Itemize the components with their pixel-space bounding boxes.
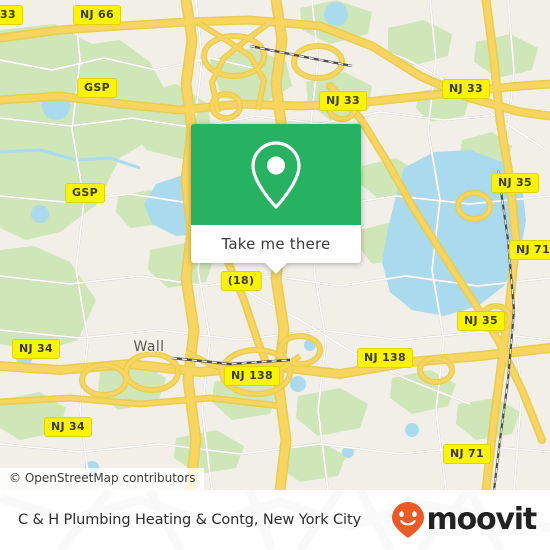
shield-nj-33-west-clip[interactable]: 33 bbox=[0, 5, 23, 25]
popup-action-bar[interactable]: Take me there bbox=[191, 225, 361, 274]
map-canvas[interactable]: Wall 33 NJ 66 GSP GSP NJ 33 NJ 33 NJ 35 … bbox=[0, 0, 550, 490]
shield-nj-138-east[interactable]: NJ 138 bbox=[357, 348, 413, 368]
shield-nj-71-south[interactable]: NJ 71 bbox=[443, 444, 491, 464]
popup-marker-panel bbox=[191, 124, 361, 225]
shield-nj-35-south[interactable]: NJ 35 bbox=[457, 311, 505, 331]
shield-gsp-south[interactable]: GSP bbox=[65, 183, 105, 203]
take-me-there-label: Take me there bbox=[221, 235, 331, 253]
moovit-wordmark: moovit bbox=[426, 502, 538, 537]
location-title: C & H Plumbing Heating & Contg, New York… bbox=[18, 512, 362, 528]
shield-nj-138-west[interactable]: NJ 138 bbox=[224, 366, 280, 386]
moovit-map-screenshot: Wall 33 NJ 66 GSP GSP NJ 33 NJ 33 NJ 35 … bbox=[0, 0, 550, 550]
place-label-wall: Wall bbox=[133, 339, 165, 355]
map-pin-icon bbox=[251, 140, 301, 209]
shield-nj-35-north[interactable]: NJ 35 bbox=[491, 173, 539, 193]
popup-pointer-triangle bbox=[265, 263, 287, 274]
map-attribution[interactable]: © OpenStreetMap contributors bbox=[0, 467, 205, 490]
shield-nj-33-mid[interactable]: NJ 33 bbox=[319, 91, 367, 111]
footer-bar: C & H Plumbing Heating & Contg, New York… bbox=[0, 490, 550, 550]
footer-content: C & H Plumbing Heating & Contg, New York… bbox=[0, 490, 550, 550]
shield-gsp-north[interactable]: GSP bbox=[77, 78, 117, 98]
moovit-brand-logo[interactable]: moovit bbox=[391, 501, 538, 539]
moovit-smiley-pin-icon bbox=[391, 502, 424, 538]
shield-nj-33-east[interactable]: NJ 33 bbox=[442, 79, 490, 99]
shield-nj-34-north[interactable]: NJ 34 bbox=[12, 339, 60, 359]
shield-nj-34-south[interactable]: NJ 34 bbox=[44, 417, 92, 437]
shield-nj-18[interactable]: (18) bbox=[220, 271, 262, 291]
shield-nj-66[interactable]: NJ 66 bbox=[73, 5, 121, 25]
shield-nj-71-north[interactable]: NJ 71 bbox=[509, 240, 550, 260]
location-popup-card[interactable]: Take me there bbox=[191, 124, 361, 274]
